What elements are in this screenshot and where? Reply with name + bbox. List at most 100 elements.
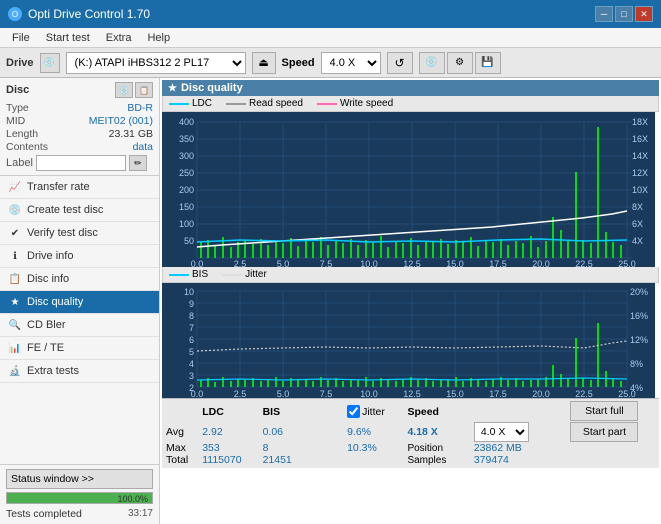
drive-type-icon: 💿 — [40, 53, 60, 73]
nav-transfer-rate[interactable]: 📈 Transfer rate — [0, 176, 159, 199]
menu-extra[interactable]: Extra — [98, 30, 140, 46]
extra-tests-icon: 🔬 — [8, 364, 22, 378]
eject-button[interactable]: ⏏ — [252, 52, 276, 74]
avg-label: Avg — [166, 422, 202, 442]
legend-write-color — [317, 103, 337, 105]
nav-cd-bler[interactable]: 🔍 CD Bler — [0, 314, 159, 337]
avg-speed-group: 4.18 X — [407, 422, 473, 442]
speed-select[interactable]: 4.0 X — [321, 52, 381, 74]
svg-text:0.0: 0.0 — [191, 259, 204, 267]
disc-icon-1[interactable]: 💿 — [115, 82, 133, 98]
avg-speed: 4.18 X — [407, 426, 437, 438]
svg-text:4X: 4X — [632, 236, 643, 246]
disc-section: Disc 💿 📋 Type BD-R MID MEIT02 (001) Leng… — [0, 78, 159, 176]
avg-speed-select-cell: 4.0 X — [474, 422, 571, 442]
menu-bar: File Start test Extra Help — [0, 28, 661, 48]
jitter-label[interactable]: Jitter — [347, 405, 407, 418]
nav-verify-test-label: Verify test disc — [27, 227, 98, 239]
stats-col-speed: Speed — [407, 401, 473, 422]
menu-start-test[interactable]: Start test — [38, 30, 98, 46]
nav-create-test-disc[interactable]: 💿 Create test disc — [0, 199, 159, 222]
verify-test-icon: ✔ — [8, 226, 22, 240]
menu-help[interactable]: Help — [139, 30, 178, 46]
total-spacer — [323, 454, 347, 466]
nav-extra-tests-label: Extra tests — [27, 365, 79, 377]
save-button[interactable]: 💾 — [475, 52, 501, 74]
svg-text:22.5: 22.5 — [575, 389, 593, 398]
stats-avg-row: Avg 2.92 0.06 9.6% 4.18 X 4.0 X Start pa — [166, 422, 655, 442]
svg-text:25.0: 25.0 — [618, 389, 636, 398]
stats-col-empty — [166, 401, 202, 422]
refresh-button[interactable]: ↺ — [387, 52, 413, 74]
status-window-button[interactable]: Status window >> — [6, 469, 153, 489]
svg-text:5.0: 5.0 — [277, 389, 290, 398]
nav-disc-info[interactable]: 📋 Disc info — [0, 268, 159, 291]
svg-text:7.5: 7.5 — [320, 389, 333, 398]
title-bar: O Opti Drive Control 1.70 ─ □ ✕ — [0, 0, 661, 28]
svg-text:10: 10 — [184, 287, 194, 297]
nav-fe-te[interactable]: 📊 FE / TE — [0, 337, 159, 360]
svg-text:6X: 6X — [632, 219, 643, 229]
transfer-rate-icon: 📈 — [8, 180, 22, 194]
disc-icon-2[interactable]: 📋 — [135, 82, 153, 98]
chart-area: ★ Disc quality LDC Read speed Write spee… — [160, 78, 661, 524]
svg-text:14X: 14X — [632, 151, 648, 161]
status-section: Status window >> 100.0% Tests completed … — [0, 464, 159, 524]
progress-bar: 100.0% — [6, 492, 153, 504]
nav-extra-tests[interactable]: 🔬 Extra tests — [0, 360, 159, 383]
jitter-label-text: Jitter — [362, 406, 385, 418]
minimize-button[interactable]: ─ — [595, 6, 613, 22]
nav-cd-bler-label: CD Bler — [27, 319, 66, 331]
nav-disc-quality[interactable]: ★ Disc quality — [0, 291, 159, 314]
stats-area: LDC BIS Jitter Speed Start full — [162, 398, 659, 468]
svg-text:15.0: 15.0 — [446, 389, 464, 398]
disc-quality-icon: ★ — [8, 295, 22, 309]
app-icon: O — [8, 7, 22, 21]
total-jitter-empty — [347, 454, 407, 466]
svg-text:0.0: 0.0 — [191, 389, 204, 398]
label-input[interactable] — [36, 155, 126, 171]
drive-icon-group: 💿 — [40, 53, 60, 73]
mid-value: MEIT02 (001) — [89, 115, 153, 127]
svg-text:18X: 18X — [632, 117, 648, 127]
legend-read-color — [226, 103, 246, 105]
bottom-chart-section: BIS Jitter — [162, 267, 659, 398]
title-bar-left: O Opti Drive Control 1.70 — [8, 7, 150, 21]
svg-text:12X: 12X — [632, 168, 648, 178]
svg-text:200: 200 — [179, 185, 194, 195]
start-part-button[interactable]: Start part — [570, 422, 638, 442]
nav-verify-test-disc[interactable]: ✔ Verify test disc — [0, 222, 159, 245]
nav-section: 📈 Transfer rate 💿 Create test disc ✔ Ver… — [0, 176, 159, 383]
close-button[interactable]: ✕ — [635, 6, 653, 22]
type-label: Type — [6, 102, 29, 114]
svg-text:25.0: 25.0 — [618, 259, 636, 267]
start-full-button[interactable]: Start full — [570, 401, 638, 421]
disc-icons: 💿 📋 — [115, 82, 153, 98]
svg-text:300: 300 — [179, 151, 194, 161]
disc-button[interactable]: 💿 — [419, 52, 445, 74]
label-button[interactable]: ✏ — [129, 155, 147, 171]
chart-header-icon: ★ — [168, 83, 177, 94]
svg-text:5: 5 — [189, 347, 194, 357]
speed-dropdown[interactable]: 4.0 X — [474, 422, 529, 442]
nav-fe-te-label: FE / TE — [27, 342, 64, 354]
jitter-checkbox[interactable] — [347, 405, 360, 418]
maximize-button[interactable]: □ — [615, 6, 633, 22]
avg-bis: 0.06 — [263, 422, 323, 442]
avg-spacer — [323, 422, 347, 442]
disc-mid-row: MID MEIT02 (001) — [6, 115, 153, 127]
nav-drive-info[interactable]: ℹ Drive info — [0, 245, 159, 268]
stats-col-spacer — [323, 401, 347, 422]
chart2-svg: 10 9 8 7 6 5 4 3 2 20% 16% 12% 8% 4% — [162, 283, 655, 398]
svg-text:6: 6 — [189, 335, 194, 345]
svg-text:8: 8 — [189, 311, 194, 321]
drive-select[interactable]: (K:) ATAPI iHBS312 2 PL17 — [66, 52, 246, 74]
total-ldc: 1115070 — [202, 454, 262, 466]
settings-button[interactable]: ⚙ — [447, 52, 473, 74]
main-layout: Disc 💿 📋 Type BD-R MID MEIT02 (001) Leng… — [0, 78, 661, 524]
stats-max-row: Max 353 8 10.3% Position 23862 MB — [166, 442, 655, 454]
svg-text:2.5: 2.5 — [234, 389, 247, 398]
menu-file[interactable]: File — [4, 30, 38, 46]
app-title: Opti Drive Control 1.70 — [28, 7, 150, 21]
disc-length-row: Length 23.31 GB — [6, 128, 153, 140]
